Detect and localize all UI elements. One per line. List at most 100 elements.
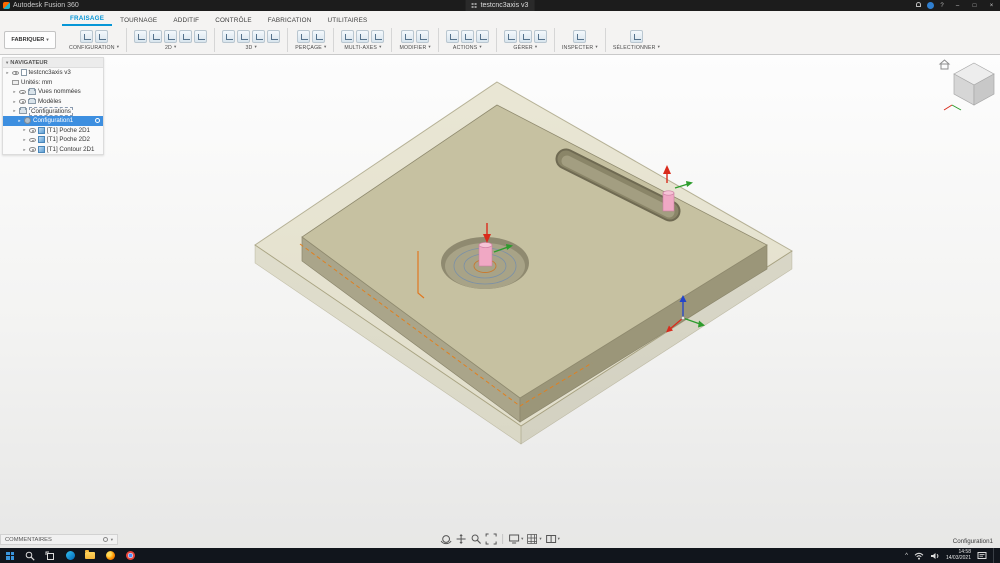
viewports-button[interactable]: ▾ (545, 533, 560, 545)
tab-fraisage[interactable]: FRAISAGE (62, 13, 113, 26)
tab-additif[interactable]: ADDITIF (165, 15, 207, 26)
tool-library-icon[interactable] (503, 29, 517, 43)
navigator-header[interactable]: ▾ NAVIGATEUR (3, 58, 103, 68)
start-button[interactable] (0, 548, 20, 563)
group-label-percage[interactable]: PERÇAGE ▾ (295, 45, 326, 51)
flow-icon[interactable] (371, 29, 385, 43)
adaptive-clearing-icon[interactable] (222, 29, 236, 43)
visibility-eye-icon[interactable] (29, 137, 36, 143)
file-explorer-taskbar-icon[interactable] (80, 548, 100, 563)
machine-library-icon[interactable] (533, 29, 547, 43)
group-label-inspecter[interactable]: INSPECTER ▾ (562, 45, 598, 51)
fit-view-button[interactable] (485, 533, 497, 545)
pan-button[interactable] (455, 533, 467, 545)
2d-slot-icon[interactable] (179, 29, 193, 43)
drill-icon[interactable] (296, 29, 310, 43)
show-desktop-button[interactable] (993, 548, 996, 563)
tree-item-root[interactable]: ▸ testcnc3axis v3 (3, 68, 103, 78)
parallel-icon[interactable] (252, 29, 266, 43)
expand-arrow-icon[interactable]: ▸ (22, 127, 27, 133)
notifications-bell-icon[interactable] (911, 2, 925, 8)
expand-arrow-icon[interactable]: ▸ (22, 137, 27, 143)
minimize-button[interactable]: – (949, 0, 966, 11)
visibility-eye-icon[interactable] (29, 147, 36, 152)
tree-item-poche-2d2[interactable]: ▸ [T1] Poche 2D2 (3, 135, 103, 145)
tree-item-poche-2d1[interactable]: ▸ [T1] Poche 2D1 (3, 126, 103, 136)
tab-controle[interactable]: CONTRÔLE (207, 15, 260, 26)
help-icon[interactable]: ? (935, 3, 949, 9)
grid-snaps-button[interactable]: ▾ (526, 533, 542, 545)
group-label-configuration[interactable]: CONFIGURATION ▾ (69, 45, 119, 51)
tree-item-units[interactable]: Unités: mm (3, 78, 103, 88)
post-process-icon[interactable] (475, 29, 489, 43)
swarf-icon[interactable] (341, 29, 355, 43)
user-avatar[interactable] (925, 1, 935, 9)
expand-arrow-icon[interactable]: ▸ (12, 99, 17, 105)
tree-item-models[interactable]: ▸ Modèles (3, 97, 103, 107)
orbit-button[interactable] (440, 533, 452, 545)
tree-item-configurations[interactable]: ▸ Configurations (3, 106, 103, 116)
new-setup-icon[interactable] (80, 29, 94, 43)
expand-arrow-icon[interactable]: ▸ (17, 118, 22, 124)
edge-taskbar-icon[interactable] (60, 548, 80, 563)
visibility-eye-icon[interactable] (12, 70, 19, 76)
close-button[interactable]: × (983, 0, 1000, 11)
stock-setup-icon[interactable] (95, 29, 109, 43)
contour-3d-icon[interactable] (267, 29, 281, 43)
visibility-eye-icon[interactable] (19, 89, 26, 95)
tab-fabrication[interactable]: FABRICATION (260, 15, 320, 26)
simulate-icon[interactable] (460, 29, 474, 43)
2d-face-icon[interactable] (134, 29, 148, 43)
visibility-eye-icon[interactable] (19, 99, 26, 104)
tree-item-named-views[interactable]: ▸ Vues nommées (3, 87, 103, 97)
group-label-actions[interactable]: ACTIONS ▾ (453, 45, 482, 51)
zoom-button[interactable] (470, 533, 482, 545)
templates-icon[interactable] (518, 29, 532, 43)
view-cube[interactable] (943, 62, 995, 111)
firefox-taskbar-icon[interactable] (100, 548, 120, 563)
machined-part[interactable] (301, 104, 768, 423)
3d-viewport[interactable] (0, 55, 1000, 548)
chrome-taskbar-icon[interactable] (120, 548, 140, 563)
trim-toolpath-icon[interactable] (401, 29, 415, 43)
display-settings-button[interactable]: ▾ (508, 533, 523, 545)
taskbar-clock[interactable]: 14:58 14/03/2021 (946, 549, 971, 561)
expand-arrow-icon[interactable]: ▸ (12, 89, 17, 95)
task-view-button[interactable] (40, 548, 60, 563)
expand-arrow-icon[interactable]: ▸ (22, 147, 27, 153)
multi-axis-contour-icon[interactable] (356, 29, 370, 43)
group-label-multi-axes[interactable]: MULTI-AXES ▾ (344, 45, 381, 51)
generate-toolpath-icon[interactable] (445, 29, 459, 43)
edit-toolpath-icon[interactable] (416, 29, 430, 43)
maximize-button[interactable]: □ (966, 0, 983, 11)
tree-item-configuration1[interactable]: ▸ Configuration1 (3, 115, 103, 126)
group-label-3d[interactable]: 3D ▾ (245, 45, 257, 51)
network-wifi-icon[interactable] (914, 552, 924, 560)
pocket-clearing-icon[interactable] (237, 29, 251, 43)
2d-contour-icon[interactable] (149, 29, 163, 43)
2d-engrave-icon[interactable] (194, 29, 208, 43)
expand-arrow-icon[interactable]: ▸ (5, 70, 10, 76)
taskbar-search-button[interactable] (20, 548, 40, 563)
active-configuration-badge[interactable] (95, 118, 100, 124)
group-label-2d[interactable]: 2D ▾ (165, 45, 177, 51)
group-label-gerer[interactable]: GÉRER ▾ (513, 45, 537, 51)
select-icon[interactable] (629, 29, 643, 43)
workspace-selector[interactable]: FABRIQUER ▾ (4, 31, 56, 49)
action-center-icon[interactable] (977, 551, 987, 560)
tray-chevron-icon[interactable]: ^ (905, 553, 908, 559)
expand-arrow-icon[interactable]: ▸ (12, 108, 17, 114)
volume-icon[interactable] (930, 552, 940, 560)
2d-pocket-icon[interactable] (164, 29, 178, 43)
home-view-icon[interactable] (938, 59, 951, 70)
comments-bar[interactable]: COMMENTAIRES ▾ (0, 534, 118, 545)
bore-icon[interactable] (311, 29, 325, 43)
group-label-modifier[interactable]: MODIFIER ▾ (399, 45, 430, 51)
tab-utilitaires[interactable]: UTILITAIRES (320, 15, 376, 26)
tree-item-contour-2d1[interactable]: ▸ [T1] Contour 2D1 (3, 145, 103, 155)
expand-chevron-icon[interactable]: ▾ (111, 537, 113, 543)
visibility-eye-icon[interactable] (29, 128, 36, 133)
document-tab[interactable]: testcnc3axis v3 (465, 0, 535, 11)
group-label-selectionner[interactable]: SÉLECTIONNER ▾ (613, 45, 660, 51)
tab-tournage[interactable]: TOURNAGE (112, 15, 165, 26)
